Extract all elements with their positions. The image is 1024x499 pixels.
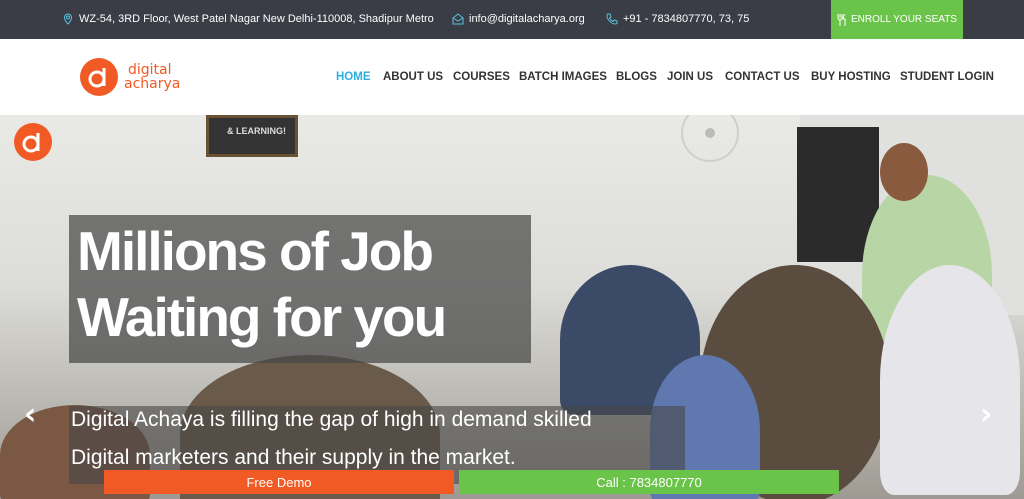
logo-line2: acharya bbox=[124, 76, 181, 92]
enroll-button[interactable]: ENROLL YOUR SEATS bbox=[831, 0, 963, 39]
wall-poster: & LEARNING! bbox=[206, 115, 298, 157]
call-label: Call : 7834807770 bbox=[596, 474, 702, 490]
nav-courses[interactable]: COURSES bbox=[453, 71, 519, 83]
top-bar: WZ-54, 3RD Floor, West Patel Nagar New D… bbox=[0, 0, 1024, 39]
prev-arrow-icon[interactable]: ‹ bbox=[24, 397, 36, 432]
enroll-label: ENROLL YOUR SEATS bbox=[851, 14, 957, 25]
nav-buy-hosting[interactable]: BUY HOSTING bbox=[811, 71, 900, 83]
nav-batch-images[interactable]: BATCH IMAGES bbox=[519, 71, 616, 83]
subtext-line1: Digital Achaya is filling the gap of hig… bbox=[71, 408, 592, 431]
nav-home[interactable]: HOME bbox=[336, 71, 383, 83]
hero-slider: & LEARNING! Millions of Job Waiting for … bbox=[0, 115, 1024, 499]
instructor-head bbox=[880, 143, 928, 201]
address-info: WZ-54, 3RD Floor, West Patel Nagar New D… bbox=[62, 13, 434, 25]
nav-about-us[interactable]: ABOUT US bbox=[383, 71, 453, 83]
site-header: digital acharya HOME ABOUT US COURSES BA… bbox=[0, 39, 1024, 115]
hero-headline: Millions of Job Waiting for you bbox=[69, 215, 531, 363]
phone-info[interactable]: +91 - 7834807770, 73, 75 bbox=[606, 13, 749, 25]
address-text: WZ-54, 3RD Floor, West Patel Nagar New D… bbox=[79, 13, 434, 25]
nav-contact-us[interactable]: CONTACT US bbox=[725, 71, 811, 83]
free-demo-label: Free Demo bbox=[246, 474, 312, 490]
logo-mark bbox=[80, 58, 118, 96]
headline-line2: Waiting for you bbox=[77, 286, 447, 348]
student-figure bbox=[880, 265, 1020, 495]
phone-icon bbox=[606, 13, 618, 25]
logo-wordmark: digital acharya bbox=[124, 62, 180, 91]
poster-text: & LEARNING! bbox=[227, 126, 286, 136]
location-icon bbox=[63, 13, 73, 25]
email-info[interactable]: info@digitalacharya.org bbox=[452, 13, 585, 25]
site-logo[interactable]: digital acharya bbox=[80, 58, 180, 96]
main-nav: HOME ABOUT US COURSES BATCH IMAGES BLOGS… bbox=[336, 71, 994, 83]
email-text[interactable]: info@digitalacharya.org bbox=[469, 13, 585, 25]
nav-student-login[interactable]: STUDENT LOGIN bbox=[900, 71, 994, 83]
subtext-line2: Digital marketers and their supply in th… bbox=[71, 446, 516, 469]
logo-line1: digital bbox=[128, 62, 172, 78]
hero-logo-badge bbox=[14, 123, 52, 161]
nav-join-us[interactable]: JOIN US bbox=[667, 71, 725, 83]
cutlery-icon bbox=[837, 13, 846, 26]
phone-text[interactable]: +91 - 7834807770, 73, 75 bbox=[623, 13, 749, 25]
headline-line1: Millions of Job bbox=[77, 220, 434, 282]
call-button[interactable]: Call : 7834807770 bbox=[459, 470, 839, 494]
mail-icon bbox=[452, 13, 464, 25]
nav-blogs[interactable]: BLOGS bbox=[616, 71, 667, 83]
next-arrow-icon[interactable]: › bbox=[980, 397, 992, 432]
free-demo-button[interactable]: Free Demo bbox=[104, 470, 454, 494]
wall-fan-icon bbox=[681, 115, 739, 162]
